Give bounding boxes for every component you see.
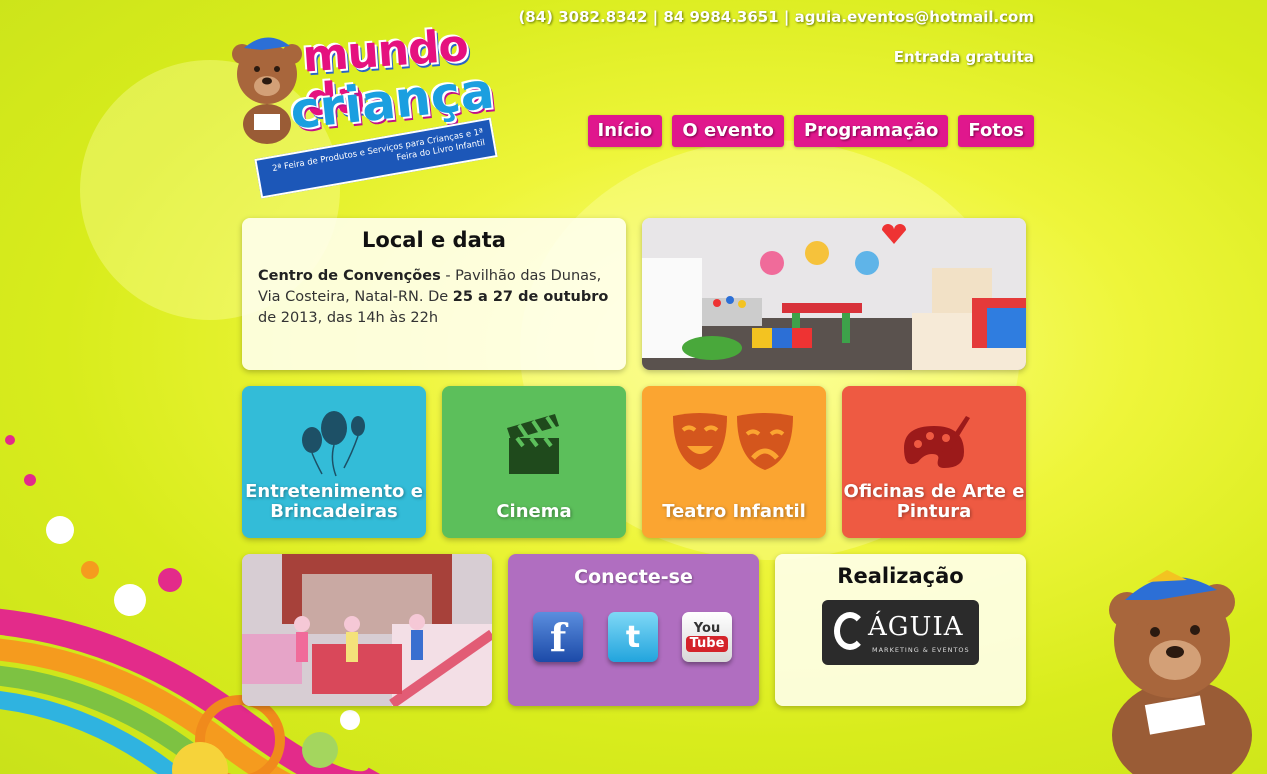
tile-art-workshops-label: Oficinas de Arte e Pintura [843,481,1025,522]
aguia-logo[interactable]: ÁGUIA MARKETING & EVENTOS [822,600,979,665]
twitter-icon[interactable]: t [608,612,658,662]
youtube-tube: Tube [685,636,729,652]
playroom-photo[interactable] [642,218,1026,370]
nav-fotos[interactable]: Fotos [958,115,1034,147]
event-dates: 25 a 27 de outubro [452,289,609,305]
nav-o-evento[interactable]: O evento [672,115,784,147]
tile-theater-label: Teatro Infantil [662,501,806,522]
event-hours: de 2013, das 14h às 22h [258,310,439,326]
social-title: Conecte-se [574,566,693,588]
youtube-icon[interactable]: You Tube [682,612,732,662]
tile-cinema-label: Cinema [496,501,572,522]
main-nav: Início O evento Programação Fotos [587,115,1034,147]
aguia-logo-sub: MARKETING & EVENTOS [872,646,970,654]
free-entry-text: Entrada gratuita [893,48,1034,66]
site-logo[interactable]: mundo da criança 2ª Feira de Produtos e … [232,18,522,199]
theater-masks-icon [673,413,793,470]
paint-palette-icon [904,416,970,468]
tile-art-workshops[interactable]: Oficinas de Arte e Pintura [842,386,1026,538]
playroom-illustration [642,218,1026,370]
tile-entertainment-label: Entretenimento e Brincadeiras [245,481,423,522]
nav-programacao[interactable]: Programação [793,115,949,147]
facebook-icon[interactable]: f [533,612,583,662]
teddy-bear-reading-decoration [1109,570,1252,774]
tile-theater[interactable]: Teatro Infantil [642,386,826,538]
clapperboard-icon [507,414,559,474]
princess-stage-illustration [242,554,492,706]
organizer-title: Realização [837,564,964,588]
balloons-icon [302,411,365,477]
nav-inicio[interactable]: Início [587,115,663,147]
organizer-card: Realização ÁGUIA MARKETING & EVENTOS [775,554,1026,706]
contact-info[interactable]: (84) 3082.8342 | 84 9984.3651 | aguia.ev… [518,8,1034,26]
location-date-text: Centro de Convenções - Pavilhão das Duna… [258,266,610,329]
location-date-card: Local e data Centro de Convenções - Pavi… [242,218,626,370]
princess-stage-photo[interactable] [242,554,492,706]
tile-entertainment[interactable]: Entretenimento e Brincadeiras [242,386,426,538]
venue-name: Centro de Convenções [258,268,441,284]
location-date-title: Local e data [362,228,506,252]
aguia-logo-name: ÁGUIA [868,612,964,642]
social-card: Conecte-se f t You Tube [508,554,759,706]
tile-cinema[interactable]: Cinema [442,386,626,538]
youtube-you: You [693,621,721,636]
eagle-mark-icon [834,612,866,650]
